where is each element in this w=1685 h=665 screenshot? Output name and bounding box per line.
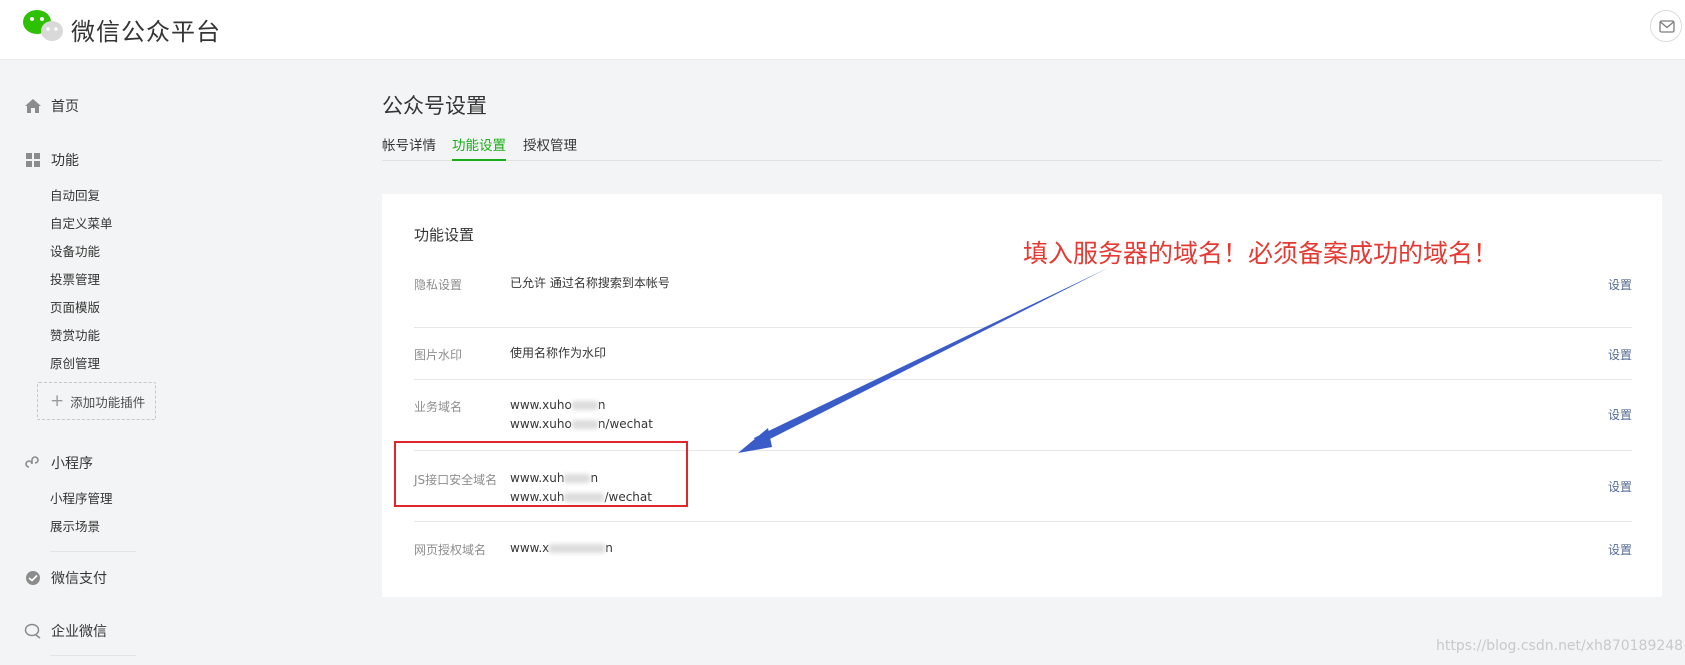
row-label: 业务域名 <box>414 400 463 414</box>
top-bar: 微信公众平台 <box>0 0 1685 60</box>
domain-text: n/wechat <box>597 417 653 431</box>
domain-text: n <box>597 398 606 412</box>
brand-title[interactable]: 微信公众平台 <box>71 12 221 47</box>
annotation-text: 填入服务器的域名！必须备案成功的域名！ <box>1023 239 1499 268</box>
row-value: 使用名称作为水印 <box>510 346 607 360</box>
card-title: 功能设置 <box>414 226 475 244</box>
sidebar-item-label: 首页 <box>51 99 79 115</box>
link-icon <box>25 456 39 468</box>
sidebar-item-pay[interactable]: 微信支付 <box>24 568 107 588</box>
wechat-logo-icon[interactable] <box>22 8 64 44</box>
sidebar-item-label: 微信支付 <box>51 571 107 587</box>
sidebar-item-reward[interactable]: 赞赏功能 <box>50 325 100 344</box>
privacy-set-link[interactable]: 设置 <box>1608 276 1632 293</box>
pay-icon <box>26 571 40 585</box>
page-title: 公众号设置 <box>382 94 487 118</box>
settings-row-watermark: 图片水印 使用名称作为水印 设置 <box>414 328 1632 380</box>
tab-authorization[interactable]: 授权管理 <box>523 134 577 161</box>
sidebar-item-device[interactable]: 设备功能 <box>50 241 100 260</box>
sidebar-item-work-wechat[interactable]: 企业微信 <box>24 621 107 641</box>
sidebar-item-original[interactable]: 原创管理 <box>50 353 100 372</box>
sidebar-item-miniprogram-manage[interactable]: 小程序管理 <box>50 488 113 507</box>
domain-text: n <box>605 541 613 555</box>
sidebar-item-label: 企业微信 <box>51 624 107 640</box>
sidebar-item-function[interactable]: 功能 <box>24 150 79 170</box>
tab-feature-settings[interactable]: 功能设置 <box>452 134 506 161</box>
oauth-domain-set-link[interactable]: 设置 <box>1608 541 1632 558</box>
domain-text: www.xuho <box>510 398 572 412</box>
sidebar-item-label: 小程序 <box>51 456 93 472</box>
watermark: https://blog.csdn.net/xh870189248 <box>1436 638 1684 654</box>
sidebar-item-label: 功能 <box>51 153 79 169</box>
js-domain-set-link[interactable]: 设置 <box>1608 478 1632 495</box>
sidebar-item-custom-menu[interactable]: 自定义菜单 <box>50 213 113 232</box>
add-plugin-label: 添加功能插件 <box>70 394 146 410</box>
tab-account-details[interactable]: 帐号详情 <box>382 134 436 161</box>
mail-icon <box>1659 20 1675 33</box>
settings-row-privacy: 隐私设置 已允许 通过名称搜索到本帐号 设置 <box>414 276 1632 328</box>
grid-icon <box>26 153 40 167</box>
row-value: 已允许 通过名称搜索到本帐号 <box>510 276 670 290</box>
redacted-block <box>571 401 598 410</box>
sidebar-item-template[interactable]: 页面模版 <box>50 297 100 316</box>
domain-text: www.x <box>510 541 550 555</box>
domain-text: www.xuho <box>510 417 572 431</box>
settings-row-oauth-domain: 网页授权域名 www.x n 设置 <box>414 522 1632 574</box>
sidebar-divider <box>50 551 136 552</box>
sidebar-item-scenes[interactable]: 展示场景 <box>50 516 100 535</box>
sidebar-item-home[interactable]: 首页 <box>24 96 79 116</box>
sidebar-divider <box>50 655 136 656</box>
sidebar-item-vote[interactable]: 投票管理 <box>50 269 100 288</box>
plus-icon: + <box>50 391 65 411</box>
sidebar-item-auto-reply[interactable]: 自动回复 <box>50 185 100 204</box>
chat-icon <box>24 623 41 639</box>
sidebar: 首页 功能 自动回复 自定义菜单 设备功能 投票管理 页面模版 赞赏功能 原创管… <box>0 60 200 665</box>
sidebar-item-miniprogram[interactable]: 小程序 <box>24 453 93 473</box>
home-icon <box>25 99 41 113</box>
redacted-block <box>571 420 598 429</box>
highlight-box <box>394 441 688 507</box>
tab-bar: 帐号详情 功能设置 授权管理 <box>382 134 1662 161</box>
mail-button[interactable] <box>1650 10 1682 42</box>
row-label: 隐私设置 <box>414 278 463 292</box>
watermark-set-link[interactable]: 设置 <box>1608 346 1632 363</box>
row-label: 图片水印 <box>414 348 463 362</box>
business-domain-set-link[interactable]: 设置 <box>1608 406 1632 423</box>
row-label: 网页授权域名 <box>414 543 487 557</box>
add-plugin-button[interactable]: + 添加功能插件 <box>37 382 156 420</box>
redacted-block <box>549 544 606 553</box>
row-value: www.xuho n www.xuho n/wechat <box>510 396 653 434</box>
row-value: www.x n <box>510 539 613 558</box>
